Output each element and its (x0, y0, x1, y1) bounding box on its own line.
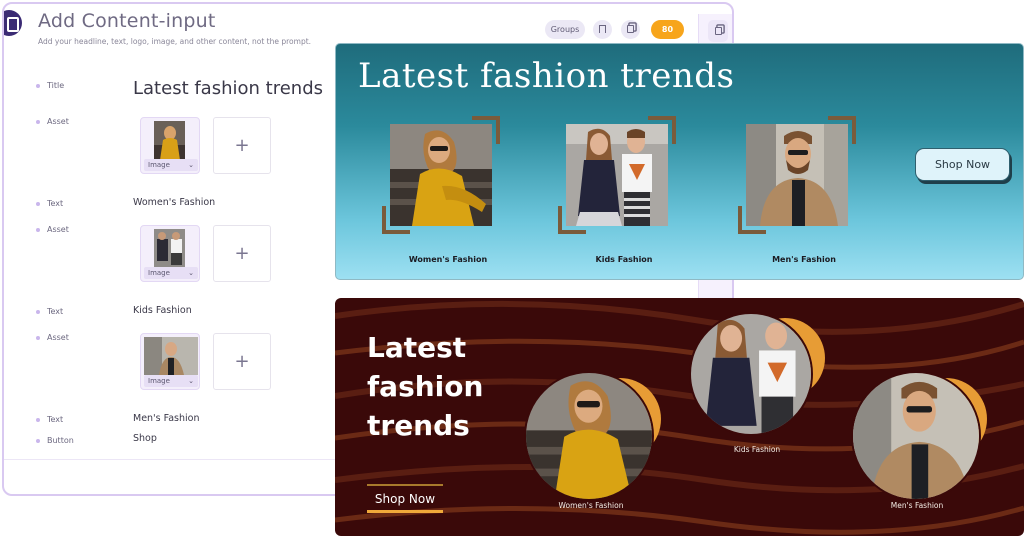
copy-button[interactable] (621, 20, 640, 39)
text-value-men[interactable]: Men's Fashion (133, 413, 200, 424)
asset-row-label: Asset (36, 333, 69, 342)
asset-thumbnail-women[interactable]: Image ⌄ (140, 117, 200, 174)
mens-fashion-caption: Men's Fashion (890, 501, 944, 510)
add-asset-button[interactable]: + (213, 117, 271, 174)
chevron-down-icon: ⌄ (188, 377, 194, 385)
women-thumb-image (154, 121, 185, 160)
duplicate-button[interactable] (708, 20, 728, 42)
kids-fashion-caption: Kids Fashion (595, 255, 653, 264)
kids-thumb-image (154, 229, 185, 268)
mens-fashion-circle (851, 371, 981, 501)
duplicate-icon (714, 27, 722, 35)
kids-fashion-caption: Kids Fashion (733, 445, 781, 454)
women-fashion-circle (524, 371, 654, 501)
maroon-banner-preview[interactable]: Latest fashion trends Shop Now Women's F… (335, 298, 1024, 536)
maroon-banner-headline: Latest fashion trends (367, 328, 483, 445)
text-value-women[interactable]: Women's Fashion (133, 197, 215, 208)
panel-subtitle: Add your headline, text, logo, image, an… (38, 37, 312, 46)
headline-line: trends (367, 409, 470, 442)
asset-type-select[interactable]: Image ⌄ (144, 375, 198, 387)
copy-icon (627, 25, 634, 33)
asset-type-value: Image (148, 161, 170, 169)
women-fashion-image (390, 124, 492, 226)
mens-fashion-caption: Men's Fashion (772, 255, 836, 264)
asset-type-select[interactable]: Image ⌄ (144, 267, 198, 279)
title-row-label: Title (36, 81, 64, 90)
add-asset-button[interactable]: + (213, 333, 271, 390)
button-value[interactable]: Shop (133, 433, 157, 444)
mens-fashion-card (738, 116, 856, 234)
kids-fashion-image (566, 124, 668, 226)
women-fashion-caption: Women's Fashion (558, 501, 624, 510)
women-fashion-card (382, 116, 500, 234)
title-value[interactable]: Latest fashion trends (133, 78, 323, 99)
shop-now-button[interactable]: Shop Now (915, 148, 1010, 181)
asset-type-select[interactable]: Image ⌄ (144, 159, 198, 171)
teal-banner-preview[interactable]: Latest fashion trends Women's Fashion Ki… (335, 43, 1024, 280)
women-fashion-caption: Women's Fashion (408, 255, 488, 264)
kids-fashion-circle (689, 312, 813, 436)
asset-thumbnail-kids[interactable]: Image ⌄ (140, 225, 200, 282)
asset-row-label: Asset (36, 117, 69, 126)
mens-fashion-image (746, 124, 848, 226)
shop-now-button[interactable]: Shop Now (367, 484, 443, 513)
text-row-label: Text (36, 199, 63, 208)
headline-line: Latest (367, 331, 467, 364)
asset-thumbnail-men[interactable]: Image ⌄ (140, 333, 200, 390)
kids-fashion-card (558, 116, 676, 234)
text-row-label: Text (36, 415, 63, 424)
teal-banner-headline: Latest fashion trends (358, 56, 735, 96)
asset-type-value: Image (148, 269, 170, 277)
add-asset-button[interactable]: + (213, 225, 271, 282)
asset-type-value: Image (148, 377, 170, 385)
chevron-down-icon: ⌄ (188, 161, 194, 169)
button-row-label: Button (36, 436, 74, 445)
headline-line: fashion (367, 370, 484, 403)
men-thumb-image (144, 337, 198, 375)
text-row-label: Text (36, 307, 63, 316)
panel-title: Add Content-input (38, 10, 216, 32)
groups-button[interactable]: Groups (545, 20, 585, 39)
chevron-down-icon: ⌄ (188, 269, 194, 277)
text-value-kids[interactable]: Kids Fashion (133, 305, 192, 316)
document-app-icon[interactable] (4, 10, 22, 36)
stage: Add Content-input Add your headline, tex… (0, 0, 1024, 536)
bookmark-button[interactable] (593, 20, 612, 39)
asset-row-label: Asset (36, 225, 69, 234)
bookmark-icon (599, 25, 606, 33)
credits-badge: 80 (651, 20, 684, 39)
